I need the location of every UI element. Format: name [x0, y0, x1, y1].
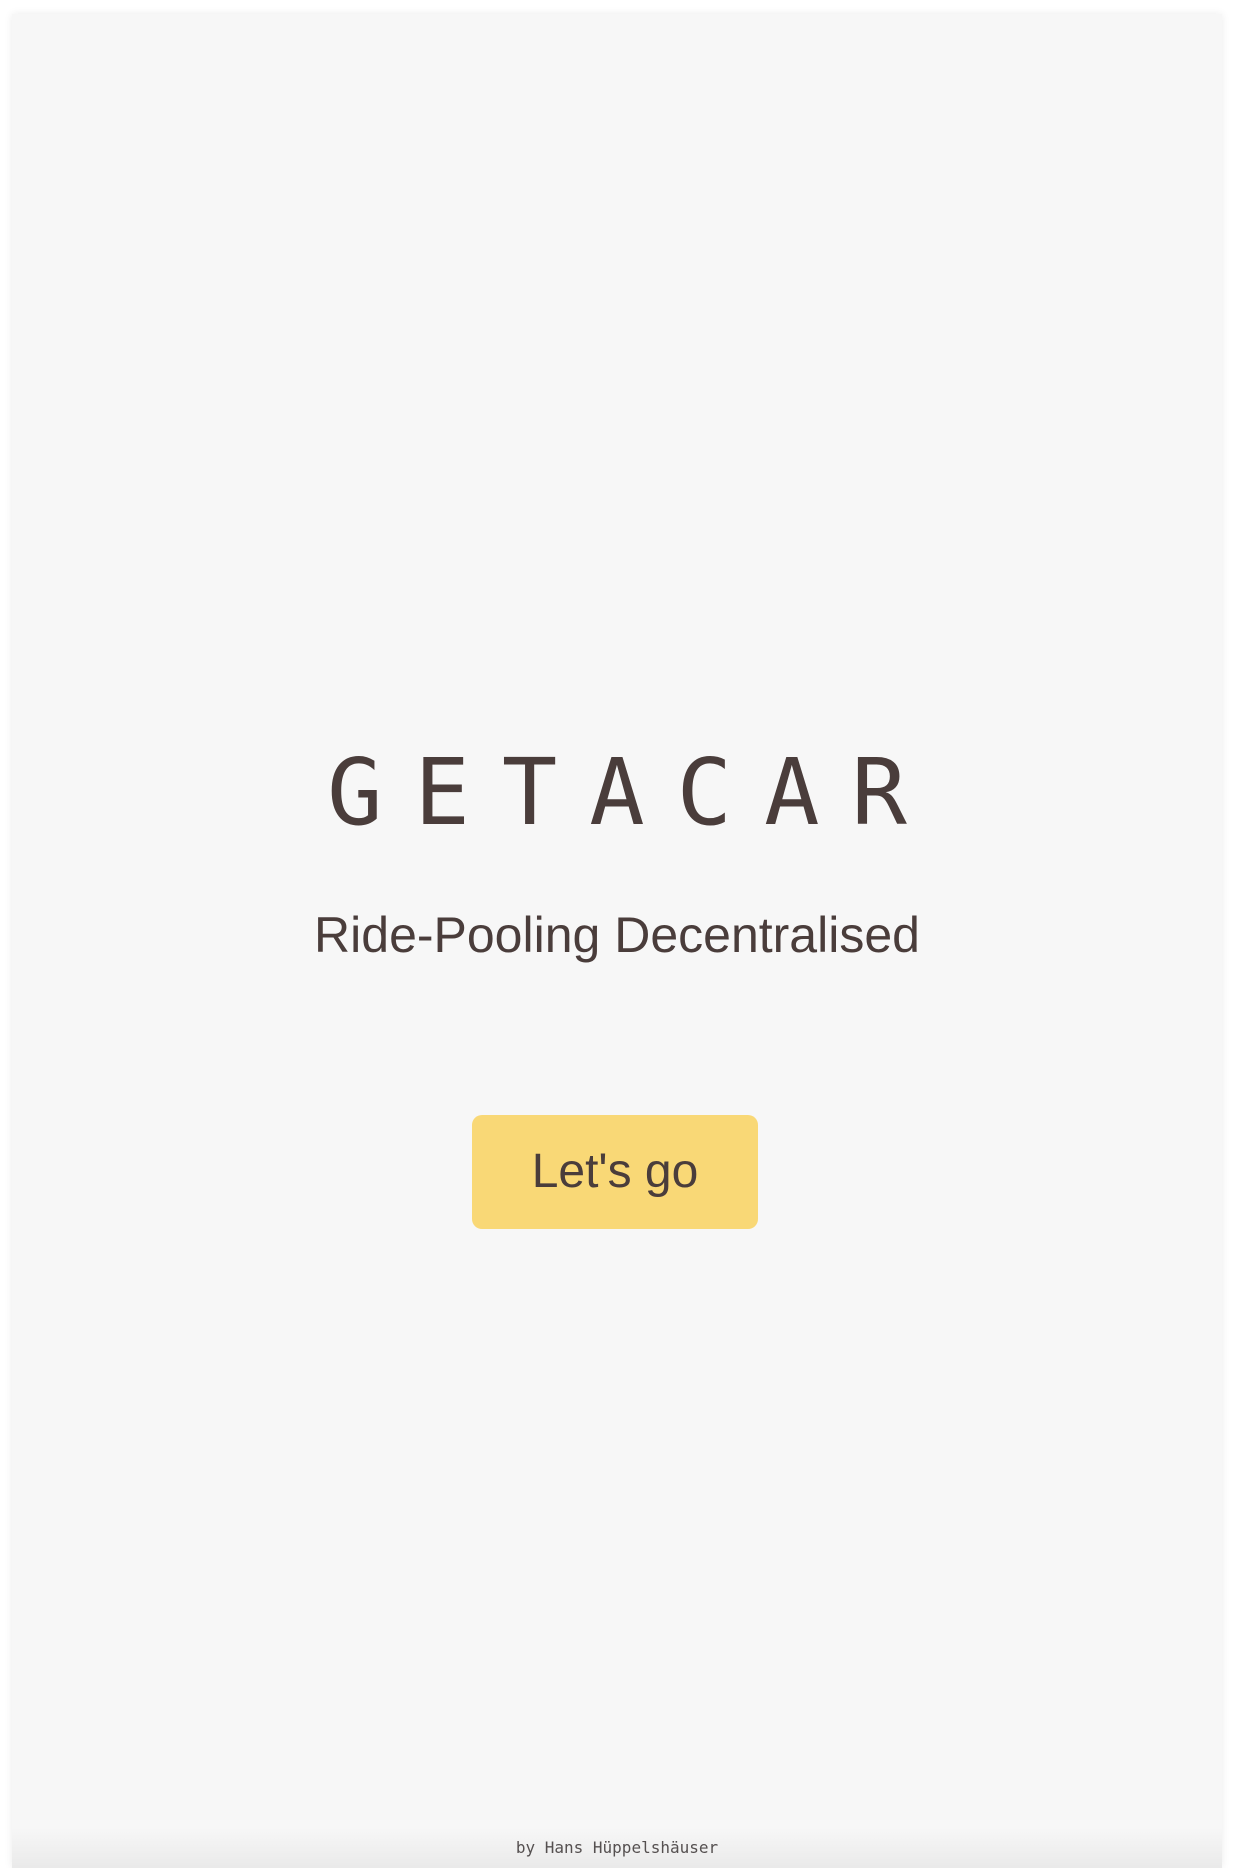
app-screen: GETACAR Ride-Pooling Decentralised Let's…	[12, 14, 1222, 1868]
app-tagline: Ride-Pooling Decentralised	[314, 907, 920, 963]
lets-go-button[interactable]: Let's go	[472, 1115, 758, 1229]
author-credit: by Hans Hüppelshäuser	[515, 1838, 719, 1857]
app-logo: GETACAR	[327, 739, 939, 846]
